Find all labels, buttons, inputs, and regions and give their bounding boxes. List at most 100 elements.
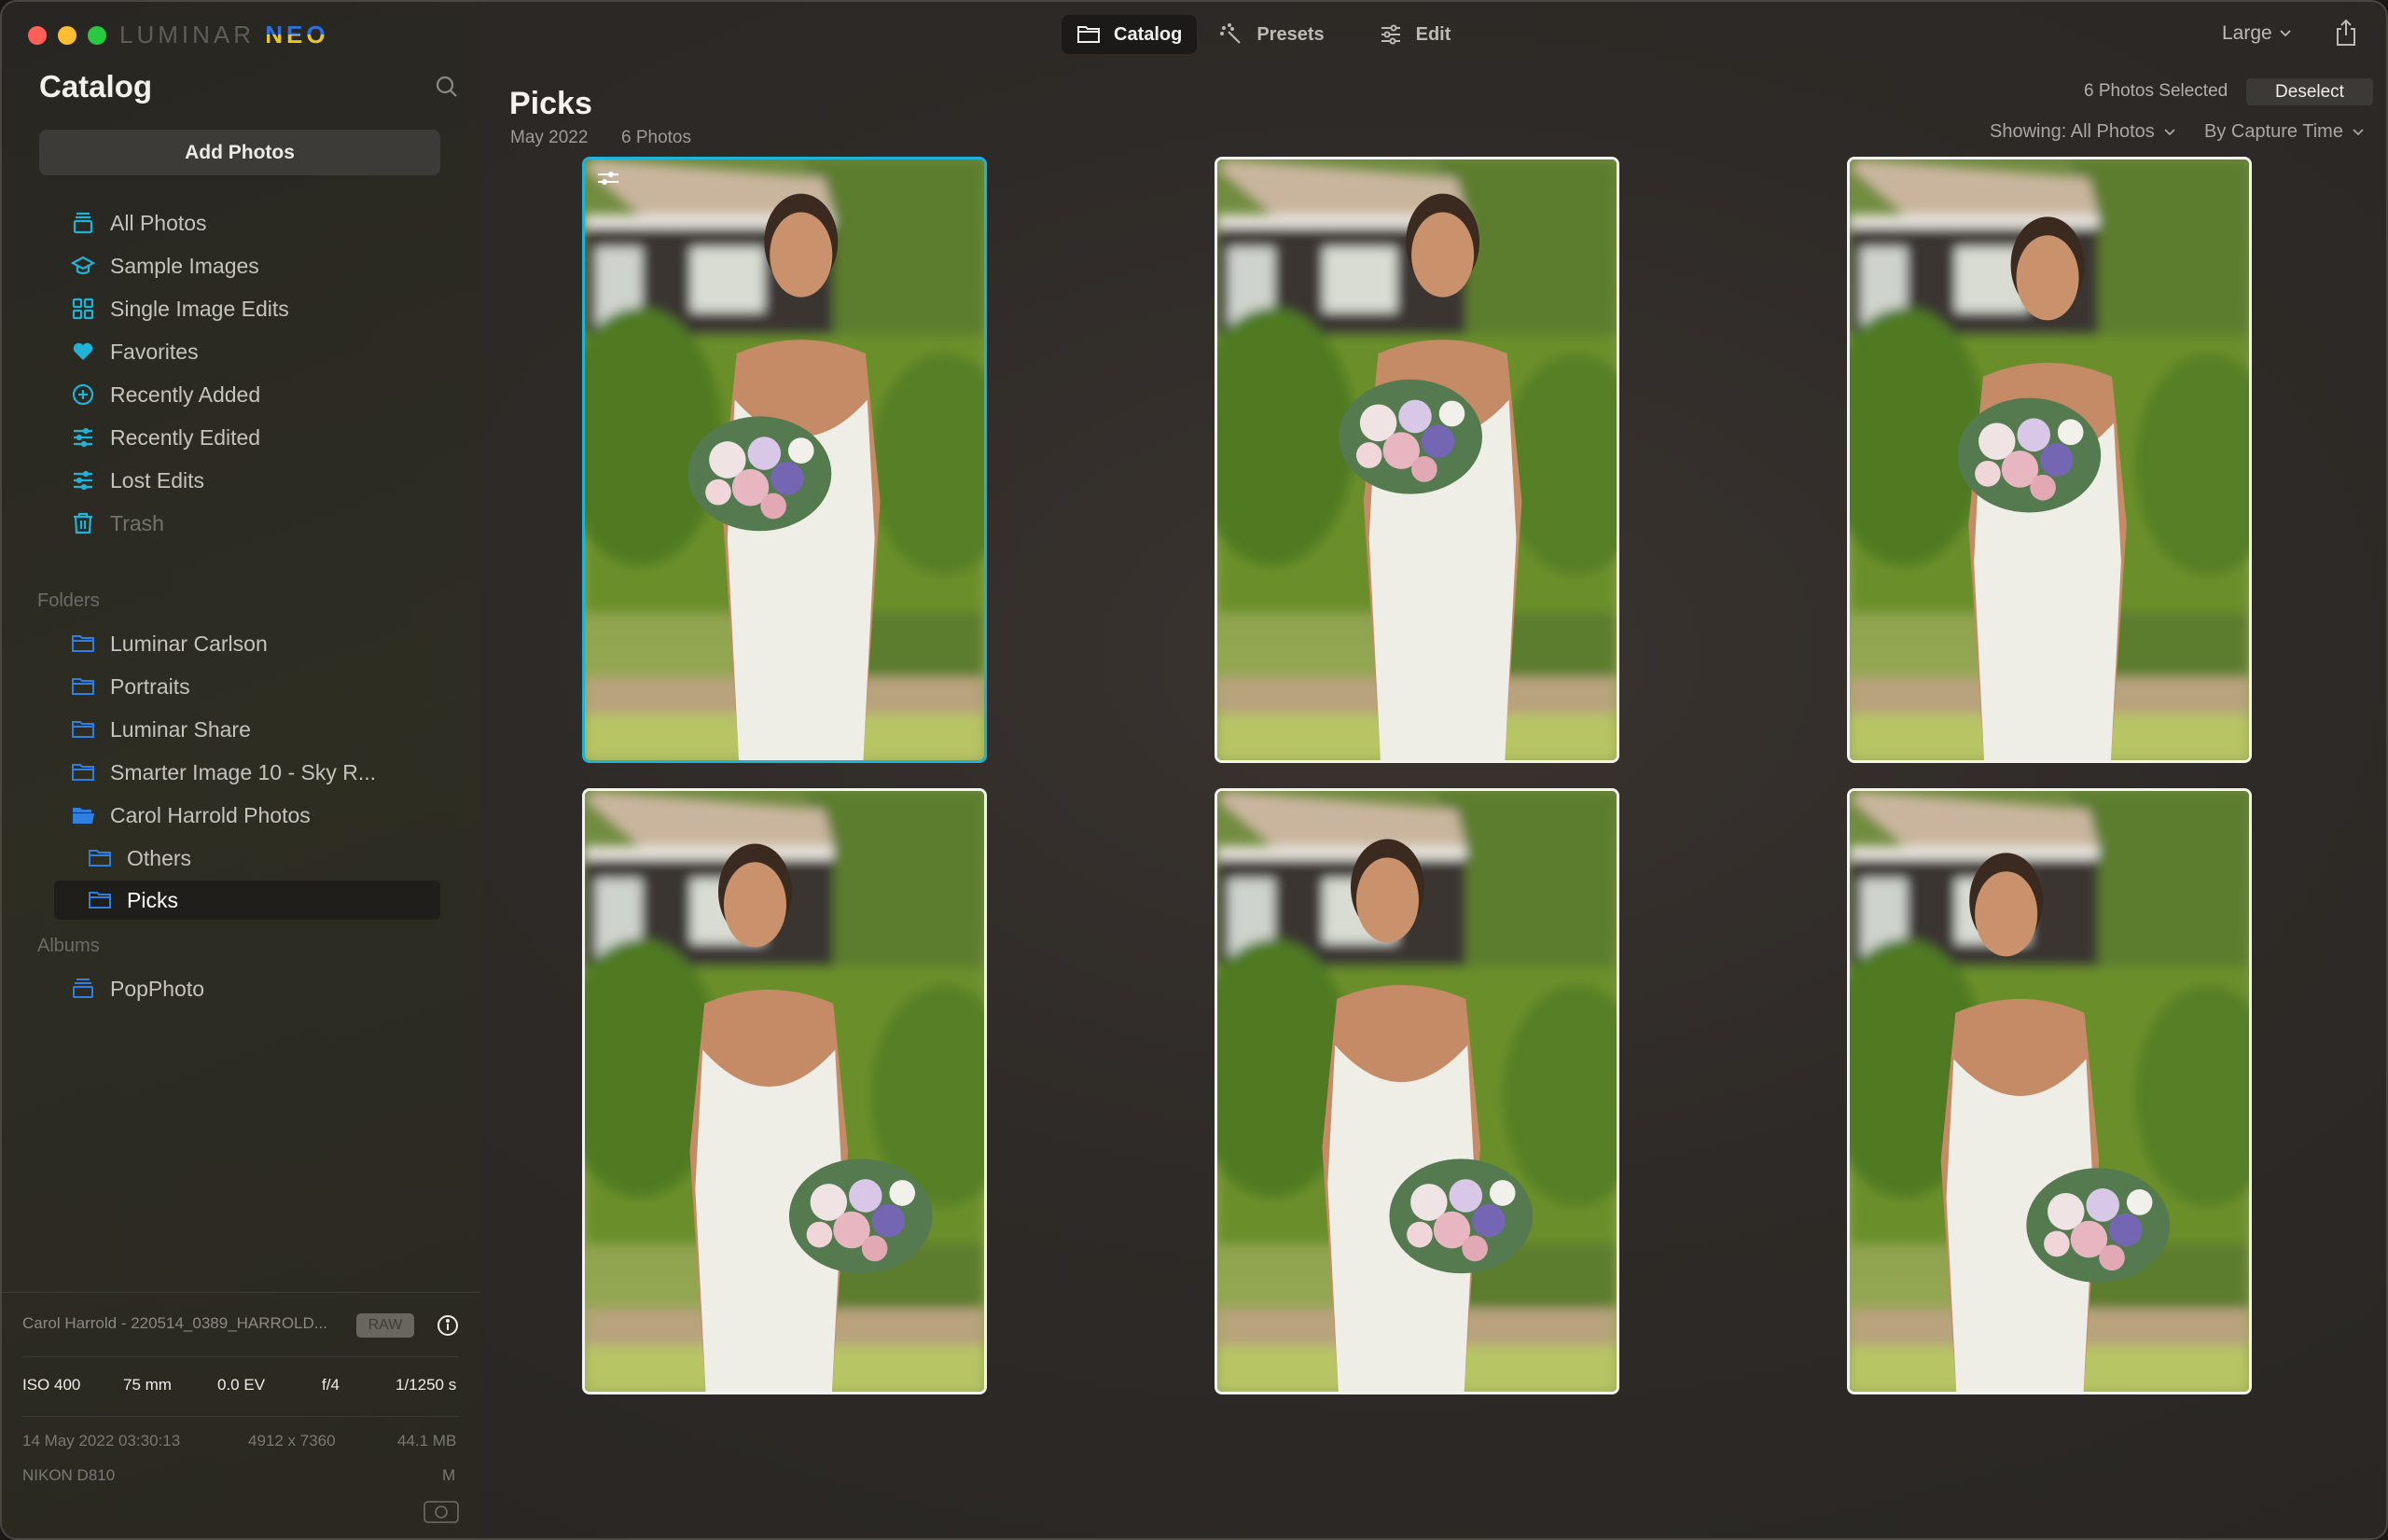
sort-dropdown[interactable]: By Capture Time	[2204, 121, 2364, 143]
folder-label: Smarter Image 10 - Sky R...	[110, 759, 377, 784]
folder-label: Picks	[127, 887, 178, 912]
photo-image	[1850, 160, 2249, 760]
camera-icon[interactable]	[423, 1501, 459, 1523]
sidebar-item-all-photos[interactable]: All Photos	[71, 204, 207, 242]
exif-iso: ISO 400	[22, 1376, 81, 1394]
search-icon[interactable]	[435, 75, 459, 99]
photo-thumbnail[interactable]	[1847, 157, 2252, 763]
plus-circle-icon	[72, 383, 94, 406]
sliders-icon	[74, 470, 92, 491]
format-badge: RAW	[356, 1313, 414, 1338]
sidebar: Catalog Add Photos All Photos Sample Ima…	[2, 2, 481, 1538]
photo-image	[585, 791, 984, 1392]
folder-label: Others	[127, 845, 192, 870]
photo-thumbnail[interactable]	[1215, 157, 1619, 763]
folder-icon	[89, 892, 111, 909]
chevron-down-icon	[2280, 30, 2291, 37]
chevron-down-icon	[2353, 128, 2364, 135]
heart-icon	[73, 342, 93, 360]
sidebar-item-label: Recently Edited	[110, 424, 261, 450]
folder-item[interactable]: Carol Harrold Photos	[71, 797, 311, 834]
folder-icon	[1077, 26, 1100, 43]
divider	[2, 1292, 479, 1293]
page-title: Picks	[509, 86, 592, 121]
sidebar-item-favorites[interactable]: Favorites	[71, 333, 199, 370]
folder-icon	[72, 678, 94, 695]
sliders-icon	[74, 427, 92, 448]
chevron-down-icon	[2164, 128, 2175, 135]
sidebar-item-recently-added[interactable]: Recently Added	[71, 376, 260, 413]
photo-thumbnail[interactable]	[1847, 788, 2252, 1394]
divider	[22, 1416, 459, 1417]
tab-catalog[interactable]: Catalog	[1062, 15, 1198, 54]
sidebar-item-label: Favorites	[110, 339, 199, 364]
close-window-button[interactable]	[28, 26, 47, 45]
sidebar-item-label: Lost Edits	[110, 467, 204, 493]
sidebar-item-label: Trash	[110, 510, 164, 535]
photo-thumbnail[interactable]	[582, 157, 987, 763]
folder-icon	[72, 764, 94, 781]
minimize-window-button[interactable]	[58, 26, 76, 45]
sidebar-item-label: All Photos	[110, 210, 207, 235]
folder-label: Carol Harrold Photos	[110, 802, 311, 827]
sidebar-item-label: Recently Added	[110, 382, 261, 407]
tab-edit[interactable]: Edit	[1364, 15, 1466, 54]
thumbnail-size-dropdown[interactable]: Large	[2222, 22, 2291, 45]
app-logo: LUMINAR NEO	[119, 21, 329, 49]
folder-item-picks[interactable]: Picks	[88, 881, 178, 919]
sidebar-item-trash[interactable]: Trash	[71, 505, 164, 542]
photo-thumbnail[interactable]	[1215, 788, 1619, 1394]
maximize-window-button[interactable]	[88, 26, 106, 45]
info-icon[interactable]	[437, 1314, 459, 1337]
folder-item[interactable]: Smarter Image 10 - Sky R...	[71, 754, 376, 791]
folders-section-label: Folders	[37, 590, 100, 611]
album-label: PopPhoto	[110, 976, 205, 1001]
sidebar-item-lost-edits[interactable]: Lost Edits	[71, 462, 204, 499]
edited-badge-icon	[598, 172, 618, 185]
grid-icon	[72, 298, 94, 320]
albums-section-label: Albums	[37, 936, 100, 956]
album-item[interactable]: PopPhoto	[71, 970, 204, 1007]
folder-open-icon	[73, 808, 94, 824]
tab-label: Edit	[1415, 23, 1451, 45]
sidebar-item-recently-edited[interactable]: Recently Edited	[71, 419, 260, 456]
sidebar-item-label: Sample Images	[110, 253, 259, 278]
folder-icon	[72, 721, 94, 738]
folder-item[interactable]: Portraits	[71, 668, 190, 705]
sliders-icon	[1381, 24, 1400, 45]
sidebar-item-single-image-edits[interactable]: Single Image Edits	[71, 290, 289, 327]
camera-model: NIKON D810	[22, 1466, 116, 1484]
window-controls	[28, 26, 106, 45]
folder-item[interactable]: Luminar Carlson	[71, 625, 268, 662]
add-photos-button[interactable]: Add Photos	[39, 130, 440, 175]
folder-date: May 2022	[510, 128, 589, 147]
folder-icon	[89, 850, 111, 867]
mode-switcher: Catalog Presets Edit	[1062, 15, 1465, 54]
exposure-mode: M	[442, 1466, 456, 1484]
selected-count: 6 Photos Selected	[2084, 81, 2228, 101]
folder-label: Luminar Carlson	[110, 631, 268, 656]
sidebar-item-label: Single Image Edits	[110, 296, 289, 321]
folder-item[interactable]: Others	[88, 839, 191, 877]
app-window: Catalog Add Photos All Photos Sample Ima…	[0, 0, 2388, 1540]
trash-icon	[74, 512, 92, 534]
sidebar-title: Catalog	[39, 69, 153, 104]
share-icon[interactable]	[2334, 19, 2358, 47]
exif-exposure-comp: 0.0 EV	[217, 1376, 266, 1394]
tab-presets[interactable]: Presets	[1204, 15, 1339, 54]
sort-label: By Capture Time	[2204, 121, 2343, 142]
folder-item[interactable]: Luminar Share	[71, 711, 251, 748]
album-icon	[73, 978, 93, 998]
image-dimensions: 4912 x 7360	[248, 1432, 336, 1450]
deselect-button[interactable]: Deselect	[2246, 78, 2373, 105]
sidebar-item-sample-images[interactable]: Sample Images	[71, 247, 259, 284]
tab-label: Presets	[1256, 23, 1325, 45]
filter-label: Showing: All Photos	[1990, 121, 2155, 142]
capture-date: 14 May 2022 03:30:13	[22, 1432, 181, 1450]
folder-label: Portraits	[110, 673, 190, 699]
photo-count: 6 Photos	[621, 128, 691, 147]
showing-filter-dropdown[interactable]: Showing: All Photos	[1990, 121, 2175, 143]
photo-thumbnail[interactable]	[582, 788, 987, 1394]
stack-icon	[73, 212, 93, 234]
photo-image	[1217, 160, 1617, 760]
